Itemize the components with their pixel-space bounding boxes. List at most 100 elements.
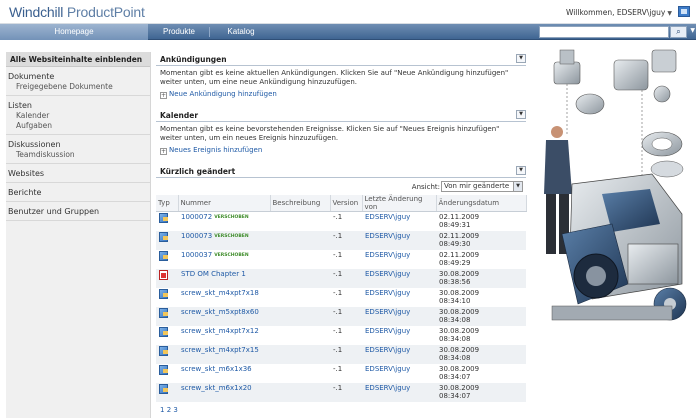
number-cell: screw_skt_m5xpt8x60 [178,306,270,326]
search-input[interactable] [539,26,669,38]
document-number-link[interactable]: 1000073 [181,232,212,240]
cad-document-icon[interactable] [159,307,168,318]
cad-document-icon[interactable] [159,213,168,223]
table-row[interactable]: screw_skt_m6x1x36 -.1 EDSERV\jguy 30.08.200… [156,364,526,383]
version-cell: -.1 [333,288,343,297]
add-announcement-label: Neue Ankündigung hinzufügen [169,90,277,98]
user-link[interactable]: EDSERV\jguy [365,251,410,259]
page-link[interactable]: 3 [173,406,177,414]
sidebar-item-dokumente[interactable]: Dokumente [6,71,150,82]
table-row[interactable]: 1000037 VERSCHOBEN -.1 EDSERV\jguy 02.11.200… [156,250,526,269]
modified-date-cell: 30.08.2009 08:34:08 [436,306,526,326]
column-header-version[interactable]: Version [330,195,363,212]
time-text: 08:38:56 [439,277,471,286]
view-select[interactable]: Von mir geänderte ▼ [441,181,523,192]
modified-by-cell: EDSERV\jguy [362,364,436,383]
time-text: 08:34:08 [439,334,471,343]
user-link[interactable]: EDSERV\jguy [365,365,410,373]
user-link[interactable]: EDSERV\jguy [365,308,410,316]
recent-title[interactable]: Kürzlich geändert [160,167,235,176]
page-link[interactable]: 1 [160,406,164,414]
table-row[interactable]: screw_skt_m5xpt8x60 -.1 EDSERV\jguy 30.08.2… [156,306,526,326]
document-number-link[interactable]: screw_skt_m6x1x36 [181,365,252,373]
tab-homepage[interactable]: Homepage [0,24,148,40]
sidebar-item-aufgaben[interactable]: Aufgaben [6,121,150,131]
chevron-down-icon[interactable]: ▼ [516,166,526,175]
tab-katalog[interactable]: Katalog [210,24,272,40]
pdf-document-icon[interactable] [159,269,168,280]
table-row[interactable]: screw_skt_m4xpt7x18 -.1 EDSERV\jguy 30.08.2… [156,288,526,307]
type-cell [156,382,178,402]
sidebar-item-benutzer-und-gruppen[interactable]: Benutzer und Gruppen [6,206,150,217]
help-icon[interactable] [678,6,690,17]
column-header-letzte-aenderung[interactable]: Letzte Änderung von [362,195,437,212]
cad-document-icon[interactable] [159,383,168,394]
add-event-link[interactable]: + Neues Ereignis hinzufügen [156,142,526,155]
document-number-link[interactable]: 1000072 [181,213,212,221]
description-cell [270,326,330,345]
user-link[interactable]: EDSERV\jguy [365,384,410,392]
table-row[interactable]: 1000073 VERSCHOBEN -.1 EDSERV\jguy 02.11.200… [156,230,526,250]
cad-document-icon[interactable] [159,231,168,242]
modified-date-cell: 30.08.2009 08:34:07 [436,382,526,402]
table-row[interactable]: screw_skt_m4xpt7x12 -.1 EDSERV\jguy 30.08.2… [156,326,526,345]
document-number-link[interactable]: screw_skt_m4xpt7x15 [181,346,259,354]
table-row[interactable]: screw_skt_m6x1x20 -.1 EDSERV\jguy 30.08.200… [156,382,526,402]
user-link[interactable]: EDSERV\jguy [365,270,410,278]
sidebar-item-berichte[interactable]: Berichte [6,187,150,198]
search-icon[interactable]: ⌕ [670,26,687,38]
welcome-menu[interactable]: Willkommen, EDSERV\jguy ▼ [566,8,672,17]
cad-document-icon[interactable] [159,250,168,261]
number-cell: 1000073 VERSCHOBEN [178,230,270,250]
version-cell: -.1 [330,268,362,288]
time-text: 08:34:08 [439,353,471,362]
chevron-down-icon: ▼ [667,10,672,17]
user-link[interactable]: EDSERV\jguy [365,213,410,221]
column-header-aenderungsdatum[interactable]: Änderungsdatum [436,195,527,212]
table-row[interactable]: 1000072 VERSCHOBEN -.1 EDSERV\jguy 02.11.200… [156,212,526,231]
user-link[interactable]: EDSERV\jguy [365,327,410,335]
time-text: 08:34:07 [439,372,471,381]
document-number-link[interactable]: screw_skt_m5xpt8x60 [181,308,259,316]
cad-document-icon[interactable] [159,345,168,356]
app-logo[interactable]: Windchill ProductPoint [9,4,145,20]
document-number-link[interactable]: screw_skt_m6x1x20 [181,384,252,392]
cad-document-icon[interactable] [159,364,168,375]
user-link[interactable]: EDSERV\jguy [365,289,410,297]
page-link[interactable]: 2 [167,406,171,414]
sidebar-item-diskussionen[interactable]: Diskussionen [6,139,150,150]
sidebar-item-listen[interactable]: Listen [6,100,150,111]
type-cell [156,212,178,231]
chevron-down-icon[interactable]: ▼ [690,27,695,34]
calendar-title[interactable]: Kalender [160,111,198,120]
sidebar-item-kalender[interactable]: Kalender [6,111,150,121]
column-header-typ[interactable]: Typ [156,195,179,212]
column-header-beschreibung[interactable]: Beschreibung [270,195,331,212]
cad-document-icon[interactable] [159,288,168,299]
chevron-down-icon[interactable]: ▼ [516,54,526,63]
table-row[interactable]: screw_skt_m4xpt7x15 -.1 EDSERV\jguy 30.08.2… [156,344,526,364]
chevron-down-icon[interactable]: ▼ [516,110,526,119]
document-number-link[interactable]: screw_skt_m4xpt7x12 [181,327,259,335]
add-announcement-link[interactable]: + Neue Ankündigung hinzufügen [156,86,526,99]
document-number-link[interactable]: 1000037 [181,251,212,259]
sidebar-item-websites[interactable]: Websites [6,168,150,179]
modified-by-cell: EDSERV\jguy [362,326,436,345]
tab-produkte[interactable]: Produkte [150,24,208,40]
announcements-text: Momentan gibt es keine aktuellen Ankündi… [160,69,509,86]
column-header-nummer[interactable]: Nummer [178,195,271,212]
date-text: 30.08.2009 [439,364,480,373]
document-number-link[interactable]: screw_skt_m4xpt7x18 [181,289,259,297]
user-link[interactable]: EDSERV\jguy [365,346,410,354]
type-cell [156,250,178,269]
view-all-site-content-link[interactable]: Alle Websiteinhalte einblenden [6,52,150,67]
sidebar-item-freigegebene-dokumente[interactable]: Freigegebene Dokumente [6,82,150,92]
table-row[interactable]: STD OM Chapter 1 -.1 EDSERV\jguy 30.08.2009… [156,268,526,288]
status-badge: VERSCHOBEN [214,252,249,258]
document-number-link[interactable]: STD OM Chapter 1 [181,270,246,278]
type-cell [156,326,178,345]
cad-document-icon[interactable] [159,326,168,337]
user-link[interactable]: EDSERV\jguy [365,232,410,240]
announcements-title[interactable]: Ankündigungen [160,55,227,64]
sidebar-item-teamdiskussion[interactable]: Teamdiskussion [6,150,150,160]
